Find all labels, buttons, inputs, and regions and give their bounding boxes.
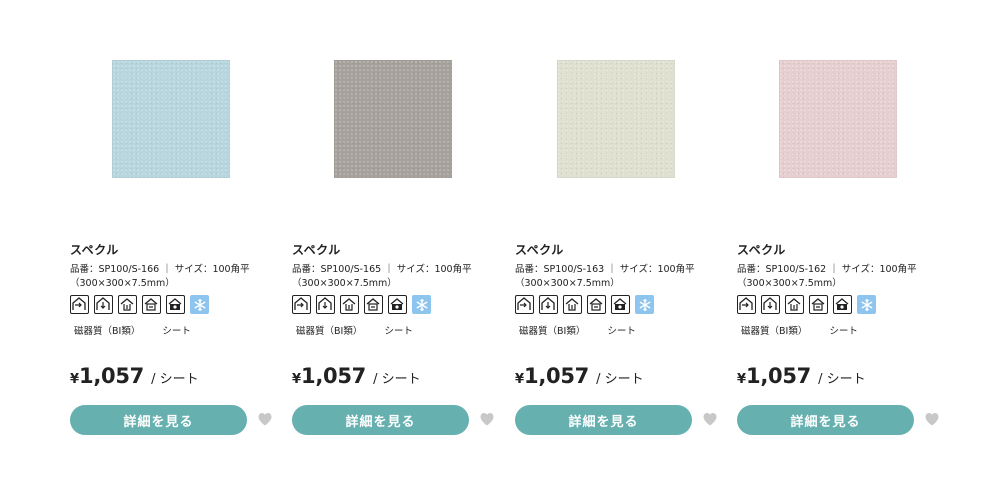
wet-area-icon [166, 295, 185, 314]
wet-area-icon [611, 295, 630, 314]
sheet-tag: シート [162, 326, 191, 337]
interior-wall-icon [364, 295, 383, 314]
currency-symbol: ¥ [737, 372, 747, 387]
favorite-heart-icon[interactable] [479, 411, 495, 427]
product-tags: 磁器質（BI類） シート [741, 323, 858, 337]
interior-wall-icon [142, 295, 161, 314]
product-title[interactable]: スペクル [70, 241, 119, 258]
interior-floor-icon [563, 295, 582, 314]
material-tag: 磁器質（BI類） [519, 326, 586, 337]
product-card: スペクル 品番：SP100/S-166 ｜ サイズ：100角平 （300×300… [70, 0, 290, 484]
frost-resistant-icon [190, 295, 209, 314]
usage-icons [292, 295, 431, 314]
product-price: ¥1,057 / シート [737, 364, 866, 388]
interior-floor-icon [118, 295, 137, 314]
price-unit: / シート [596, 372, 644, 387]
product-title[interactable]: スペクル [515, 241, 564, 258]
material-tag: 磁器質（BI類） [741, 326, 808, 337]
price-unit: / シート [151, 372, 199, 387]
interior-floor-icon [340, 295, 359, 314]
exterior-wall-icon [737, 295, 756, 314]
price-amount: 1,057 [746, 364, 811, 388]
product-tags: 磁器質（BI類） シート [74, 323, 191, 337]
interior-wall-icon [809, 295, 828, 314]
view-details-button[interactable]: 詳細を見る [70, 405, 247, 435]
exterior-floor-icon [539, 295, 558, 314]
sheet-tag: シート [384, 326, 413, 337]
material-tag: 磁器質（BI類） [296, 326, 363, 337]
product-tags: 磁器質（BI類） シート [519, 323, 636, 337]
exterior-floor-icon [316, 295, 335, 314]
product-spec-dimensions: （300×300×7.5mm） [70, 278, 175, 289]
currency-symbol: ¥ [70, 372, 80, 387]
interior-wall-icon [587, 295, 606, 314]
frost-resistant-icon [857, 295, 876, 314]
product-spec-dimensions: （300×300×7.5mm） [515, 278, 620, 289]
product-card: スペクル 品番：SP100/S-165 ｜ サイズ：100角平 （300×300… [292, 0, 512, 484]
price-amount: 1,057 [301, 364, 366, 388]
frost-resistant-icon [412, 295, 431, 314]
product-card: スペクル 品番：SP100/S-163 ｜ サイズ：100角平 （300×300… [515, 0, 735, 484]
product-spec-code: 品番：SP100/S-165 ｜ サイズ：100角平 [292, 264, 472, 275]
product-spec-dimensions: （300×300×7.5mm） [737, 278, 842, 289]
currency-symbol: ¥ [515, 372, 525, 387]
usage-icons [515, 295, 654, 314]
wet-area-icon [388, 295, 407, 314]
product-spec-dimensions: （300×300×7.5mm） [292, 278, 397, 289]
product-swatch-image[interactable] [334, 60, 452, 178]
sheet-tag: シート [829, 326, 858, 337]
price-unit: / シート [373, 372, 421, 387]
product-grid: スペクル 品番：SP100/S-166 ｜ サイズ：100角平 （300×300… [0, 0, 1004, 484]
view-details-button[interactable]: 詳細を見る [737, 405, 914, 435]
usage-icons [70, 295, 209, 314]
exterior-floor-icon [94, 295, 113, 314]
exterior-wall-icon [70, 295, 89, 314]
favorite-heart-icon[interactable] [257, 411, 273, 427]
exterior-wall-icon [292, 295, 311, 314]
price-amount: 1,057 [524, 364, 589, 388]
product-spec-code: 品番：SP100/S-163 ｜ サイズ：100角平 [515, 264, 695, 275]
product-swatch-image[interactable] [779, 60, 897, 178]
interior-floor-icon [785, 295, 804, 314]
product-price: ¥1,057 / シート [515, 364, 644, 388]
usage-icons [737, 295, 876, 314]
product-swatch-image[interactable] [112, 60, 230, 178]
product-tags: 磁器質（BI類） シート [296, 323, 413, 337]
currency-symbol: ¥ [292, 372, 302, 387]
favorite-heart-icon[interactable] [702, 411, 718, 427]
favorite-heart-icon[interactable] [924, 411, 940, 427]
view-details-button[interactable]: 詳細を見る [292, 405, 469, 435]
product-title[interactable]: スペクル [737, 241, 786, 258]
product-spec-code: 品番：SP100/S-166 ｜ サイズ：100角平 [70, 264, 250, 275]
exterior-wall-icon [515, 295, 534, 314]
product-spec-code: 品番：SP100/S-162 ｜ サイズ：100角平 [737, 264, 917, 275]
view-details-button[interactable]: 詳細を見る [515, 405, 692, 435]
product-price: ¥1,057 / シート [70, 364, 199, 388]
frost-resistant-icon [635, 295, 654, 314]
wet-area-icon [833, 295, 852, 314]
material-tag: 磁器質（BI類） [74, 326, 141, 337]
product-price: ¥1,057 / シート [292, 364, 421, 388]
exterior-floor-icon [761, 295, 780, 314]
price-unit: / シート [818, 372, 866, 387]
sheet-tag: シート [607, 326, 636, 337]
product-swatch-image[interactable] [557, 60, 675, 178]
product-title[interactable]: スペクル [292, 241, 341, 258]
price-amount: 1,057 [79, 364, 144, 388]
product-card: スペクル 品番：SP100/S-162 ｜ サイズ：100角平 （300×300… [737, 0, 957, 484]
